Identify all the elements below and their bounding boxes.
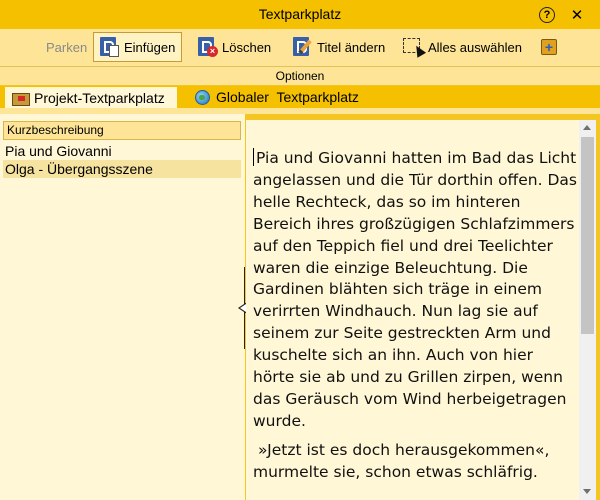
editor-paragraph: Pia und Giovanni hatten im Bad das Licht… — [253, 148, 577, 433]
plus-icon: + — [538, 36, 560, 58]
list-item[interactable]: Olga - Übergangsszene — [3, 160, 241, 178]
help-button[interactable]: ? — [537, 5, 557, 25]
options-group-label: Optionen — [0, 66, 600, 85]
parken-label: Parken — [46, 39, 88, 55]
snippet-list: Kurzbeschreibung Pia und Giovanni Olga -… — [0, 114, 245, 500]
alles-auswaehlen-button[interactable]: Alles auswählen — [402, 32, 522, 62]
scrollbar-thumb[interactable] — [581, 137, 594, 334]
delete-document-icon: × — [196, 36, 218, 58]
scroll-up-arrow-icon[interactable] — [583, 125, 591, 130]
text-caret — [253, 148, 254, 166]
tab-label: Globaler Textparkplatz — [216, 89, 359, 105]
paste-document-icon — [98, 36, 120, 58]
globe-icon — [195, 89, 210, 105]
list-header-kurzbeschreibung[interactable]: Kurzbeschreibung — [3, 121, 241, 140]
paragraph-text: Pia und Giovanni hatten im Bad das Licht… — [253, 149, 577, 430]
add-button[interactable]: + — [538, 32, 560, 62]
close-button[interactable]: ✕ — [567, 5, 587, 25]
folder-icon — [12, 91, 30, 106]
einfuegen-label: Einfügen — [124, 39, 176, 55]
rename-document-icon — [291, 36, 313, 58]
editor-content[interactable]: Pia und Giovanni hatten im Bad das Licht… — [253, 148, 577, 491]
titel-aendern-label: Titel ändern — [317, 39, 386, 55]
window-title: Textparkplatz — [258, 6, 342, 22]
loeschen-button[interactable]: × Löschen — [196, 32, 271, 62]
tab-label: Projekt-Textparkplatz — [34, 89, 165, 106]
einfuegen-button[interactable]: Einfügen — [93, 32, 183, 62]
editor-paragraph: »Jetzt ist es doch herausgekommen«, murm… — [253, 440, 577, 484]
paragraph-text: »Jetzt ist es doch herausgekommen«, murm… — [253, 440, 550, 481]
loeschen-label: Löschen — [222, 39, 272, 55]
tab-bar: Projekt-Textparkplatz Globaler Textparkp… — [0, 86, 600, 108]
list-item[interactable]: Pia und Giovanni — [3, 142, 241, 160]
parken-button[interactable]: Parken — [46, 32, 87, 62]
editor-scrollbar[interactable] — [579, 120, 596, 500]
select-all-icon — [402, 36, 427, 58]
scroll-down-arrow-icon[interactable] — [583, 489, 591, 494]
title-bar: Textparkplatz ? ✕ — [0, 0, 600, 29]
tab-projekt-textparkplatz[interactable]: Projekt-Textparkplatz — [5, 87, 177, 108]
close-icon: ✕ — [570, 7, 584, 24]
help-icon: ? — [539, 7, 555, 23]
tab-globaler-textparkplatz[interactable]: Globaler Textparkplatz — [193, 86, 359, 108]
alles-auswaehlen-label: Alles auswählen — [428, 39, 522, 55]
toolbar: Parken Einfügen × Löschen Titel ändern A… — [0, 29, 600, 66]
text-editor[interactable]: Pia und Giovanni hatten im Bad das Licht… — [246, 120, 579, 500]
titel-aendern-button[interactable]: Titel ändern — [291, 32, 385, 62]
